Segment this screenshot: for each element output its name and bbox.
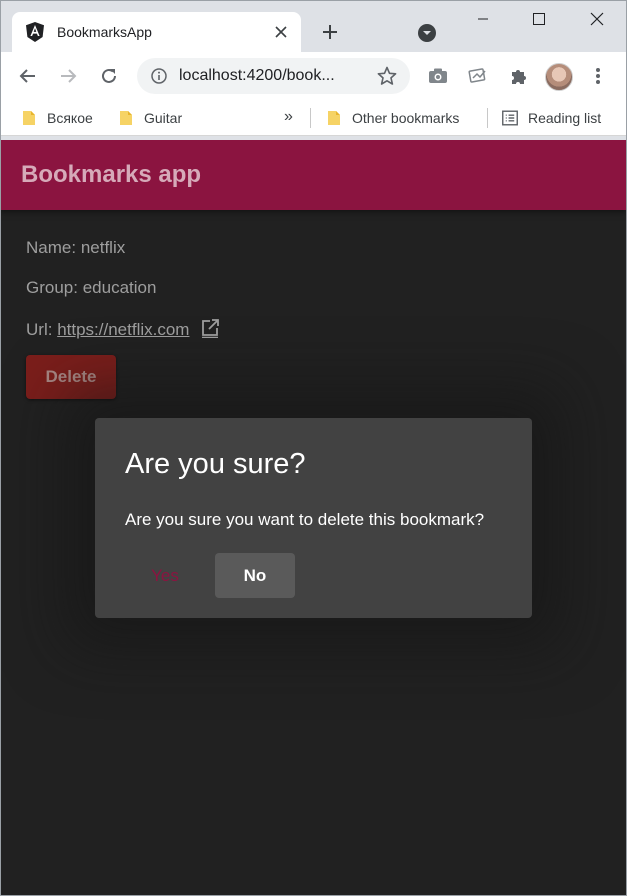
folder-icon	[21, 110, 37, 126]
dialog-message: Are you sure you want to delete this boo…	[125, 510, 485, 529]
name-label: Name:	[26, 238, 77, 257]
folder-icon	[326, 110, 342, 126]
address-bar[interactable]: localhost:4200/book...	[137, 58, 410, 94]
folder-icon	[118, 110, 134, 126]
tab-title: BookmarksApp	[57, 24, 152, 40]
bookmark-group-row: Group: education	[26, 278, 156, 298]
browser-titlebar: BookmarksApp	[0, 0, 627, 52]
bookmark-name-value: netflix	[80, 238, 126, 257]
bookmarks-bar: Всякое Guitar » Other bookmarks Reading …	[0, 100, 627, 136]
bookmark-label: Всякое	[47, 110, 93, 126]
bookmark-label: Guitar	[144, 110, 183, 126]
reload-icon[interactable]	[93, 60, 125, 92]
url-text: localhost:4200/book...	[179, 67, 335, 84]
app-page: Bookmarks app Name: netflix Group: educa…	[1, 140, 626, 895]
dialog-title: Are you sure?	[125, 448, 306, 480]
site-info-icon[interactable]	[149, 66, 169, 86]
group-label: Group:	[26, 278, 78, 297]
bookmarks-separator	[487, 108, 488, 128]
maximize-icon[interactable]	[516, 4, 562, 34]
bookmark-name-row: Name: netflix	[26, 238, 125, 258]
browser-toolbar: localhost:4200/book...	[0, 52, 627, 100]
bookmarks-overflow-chevron[interactable]: »	[284, 105, 293, 131]
other-bookmarks-label: Other bookmarks	[352, 110, 460, 126]
bookmark-folder-vsyakoe[interactable]: Всякое	[21, 105, 93, 131]
app-header: Bookmarks app	[1, 140, 626, 210]
bookmark-star-icon[interactable]	[375, 64, 399, 88]
camera-icon[interactable]	[422, 60, 454, 92]
open-in-new-icon[interactable]	[200, 318, 220, 343]
confirm-dialog: Are you sure? Are you sure you want to d…	[95, 418, 532, 618]
back-icon[interactable]	[12, 60, 44, 92]
close-tab-icon[interactable]	[269, 20, 293, 44]
close-window-icon[interactable]	[574, 4, 620, 34]
browser-tab[interactable]: BookmarksApp	[12, 12, 301, 52]
url-label: Url:	[26, 320, 53, 339]
bookmark-folder-guitar[interactable]: Guitar	[118, 105, 182, 131]
reading-list-button[interactable]: Reading list	[502, 105, 601, 131]
minimize-icon[interactable]	[460, 4, 506, 34]
delete-button[interactable]: Delete	[26, 355, 116, 399]
bookmark-url-link[interactable]: https://netflix.com	[57, 320, 189, 339]
forward-icon[interactable]	[52, 60, 84, 92]
reading-list-icon	[502, 110, 518, 126]
tab-search-icon[interactable]	[414, 20, 440, 46]
yes-button[interactable]: Yes	[125, 553, 205, 598]
angular-icon	[25, 22, 45, 42]
bookmarks-separator	[310, 108, 311, 128]
other-bookmarks-folder[interactable]: Other bookmarks	[326, 105, 459, 131]
screenshot-extension-icon[interactable]	[462, 60, 494, 92]
bookmark-url-row: Url: https://netflix.com	[26, 318, 220, 343]
no-button[interactable]: No	[215, 553, 295, 598]
more-menu-icon[interactable]	[582, 60, 614, 92]
app-title: Bookmarks app	[21, 161, 202, 188]
profile-avatar[interactable]	[545, 63, 573, 91]
extensions-puzzle-icon[interactable]	[502, 60, 534, 92]
new-tab-icon[interactable]	[316, 18, 344, 46]
reading-list-label: Reading list	[528, 110, 602, 126]
bookmark-group-value: education	[82, 278, 157, 297]
